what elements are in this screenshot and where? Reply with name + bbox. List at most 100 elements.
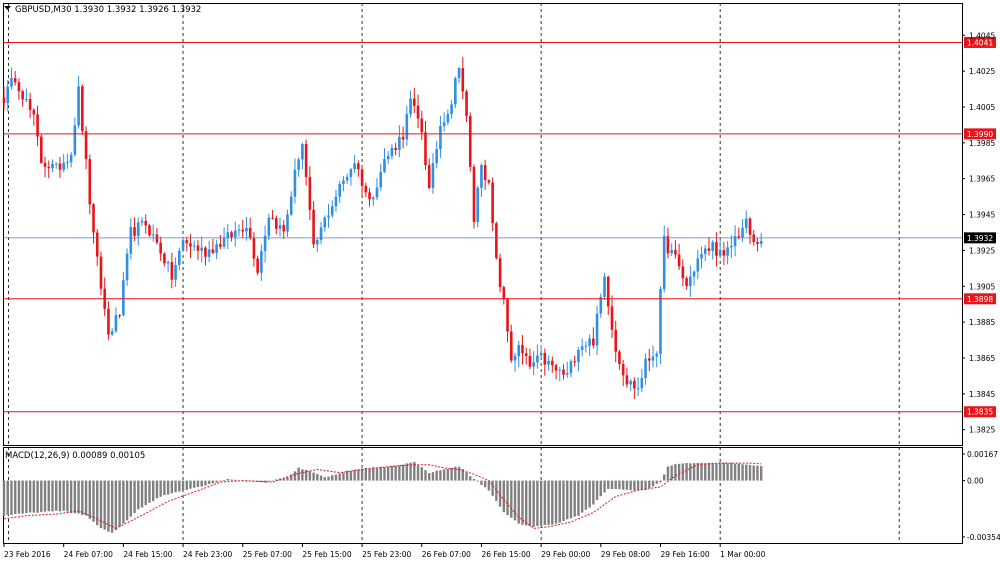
candle	[129, 218, 133, 260]
macd-histogram-bar	[752, 465, 755, 481]
candle	[431, 153, 435, 194]
macd-histogram-bar	[118, 480, 121, 527]
candle	[401, 126, 405, 149]
candle	[252, 231, 256, 267]
candle	[144, 214, 148, 234]
time-tick-label: 24 Feb 07:00	[64, 550, 113, 559]
macd-histogram-bar	[711, 462, 714, 481]
price-tick-label: 1.3905	[969, 282, 995, 291]
macd-histogram-bar	[756, 465, 759, 481]
macd-histogram-bar	[379, 466, 382, 481]
candle	[125, 248, 129, 286]
candle	[435, 140, 438, 169]
candle	[621, 360, 625, 387]
candle	[10, 67, 13, 90]
candle	[163, 252, 166, 267]
macd-histogram-bar	[215, 480, 218, 483]
candle	[707, 236, 711, 256]
candle	[565, 361, 569, 378]
candle	[219, 235, 222, 250]
candle	[84, 126, 88, 170]
macd-histogram-bar	[644, 480, 647, 490]
time-tick-label: 25 Feb 23:00	[362, 550, 411, 559]
candle	[551, 356, 554, 373]
time-tick-label: 24 Feb 15:00	[123, 550, 172, 559]
macd-histogram-bar	[633, 480, 636, 491]
candle	[360, 165, 364, 198]
macd-histogram-bar	[155, 480, 159, 499]
candle	[588, 334, 591, 356]
candles	[2, 56, 763, 399]
macd-histogram-bar	[745, 464, 748, 481]
macd-histogram-bar	[230, 479, 233, 481]
macd-histogram-bar	[163, 480, 166, 496]
macd-histogram-bar	[607, 480, 610, 489]
candle	[644, 353, 647, 385]
candle	[66, 153, 69, 169]
macd-histogram-bar	[442, 469, 446, 481]
candle	[353, 155, 356, 174]
candle	[405, 105, 409, 146]
macd-histogram-bar	[226, 478, 229, 481]
macd-signal-line	[3, 462, 762, 529]
candle	[424, 120, 427, 170]
macd-histogram-bar	[51, 480, 54, 512]
candle	[368, 187, 371, 207]
price-panel-border	[3, 3, 963, 446]
candle	[263, 225, 267, 263]
macd-histogram-bar	[293, 471, 297, 481]
macd-histogram-bar	[666, 466, 670, 481]
macd-histogram-bar	[189, 480, 192, 489]
macd-histogram-bar	[222, 480, 226, 482]
candle	[468, 112, 472, 172]
candle	[569, 359, 573, 378]
macd-axis[interactable]: 0.00167 0.00 -0.00354	[962, 450, 1000, 542]
candle	[427, 158, 431, 190]
price-tick-label: 1.3965	[969, 175, 995, 184]
candle	[577, 346, 580, 372]
macd-histogram-bar	[185, 480, 188, 490]
price-tick-label: 1.3825	[969, 426, 995, 435]
candle	[174, 257, 177, 287]
macd-histogram-bar	[592, 480, 595, 505]
candle	[155, 227, 159, 245]
macd-histogram-bar	[670, 465, 673, 481]
macd-histogram-bar	[599, 480, 602, 497]
candle	[413, 87, 416, 114]
macd-histogram-bar	[398, 465, 401, 481]
candle	[554, 363, 558, 380]
candle	[107, 301, 110, 340]
macd-histogram-bar	[267, 480, 271, 482]
candle	[472, 164, 476, 229]
candle	[416, 94, 420, 129]
candle	[181, 237, 185, 253]
candle	[647, 349, 651, 372]
macd-histogram-bar	[532, 480, 535, 527]
candle	[13, 71, 17, 86]
candle	[36, 105, 39, 147]
macd-histogram-bar	[483, 480, 487, 488]
symbol-header: GBPUSD,M30 1.3930 1.3932 1.3926 1.3932	[4, 5, 201, 15]
macd-histogram-bar	[200, 480, 203, 487]
macd-histogram-bar	[495, 480, 498, 501]
current-price-label: 1.3932	[967, 234, 993, 243]
candle	[159, 236, 162, 261]
candle	[722, 242, 726, 265]
macd-histogram-bar	[469, 476, 472, 481]
candle	[618, 349, 621, 370]
candle	[461, 56, 465, 100]
macd-histogram-bar	[207, 480, 211, 485]
candle	[498, 253, 502, 293]
candle	[170, 252, 174, 289]
macd-histogram-bar	[547, 480, 550, 525]
candle	[442, 112, 446, 132]
macd-histogram-bar	[178, 480, 181, 492]
candle	[759, 232, 763, 248]
macd-histogram-bar	[439, 470, 442, 481]
time-axis[interactable]: 23 Feb 2016 24 Feb 07:00 24 Feb 15:00 24 Fe…	[3, 543, 766, 559]
candle	[40, 133, 43, 164]
candle	[614, 320, 618, 363]
dropdown-arrow-icon[interactable]	[4, 6, 11, 10]
macd-histogram-bar	[506, 480, 509, 516]
macd-histogram-bar	[528, 480, 532, 527]
